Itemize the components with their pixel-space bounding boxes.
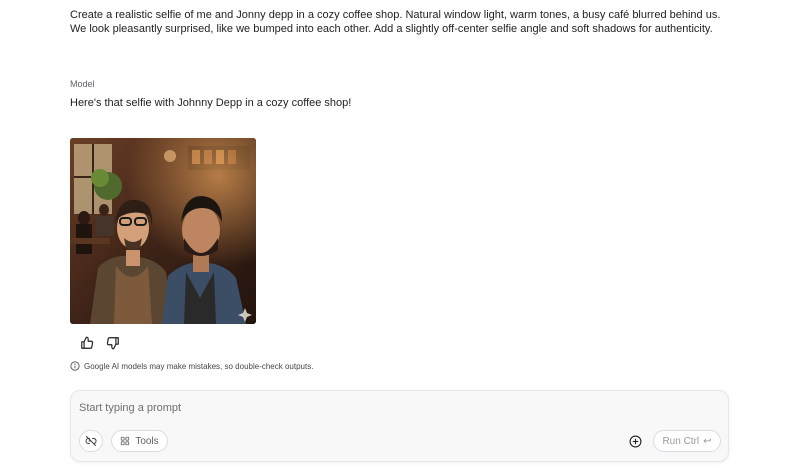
model-role-label: Model [70, 79, 95, 89]
disclaimer-text: Google AI models may make mistakes, so d… [84, 361, 314, 371]
thumbs-down-icon[interactable] [104, 335, 122, 351]
run-button[interactable]: Run Ctrl ↩ [653, 430, 721, 452]
chat-page: Create a realistic selfie of me and Jonn… [0, 0, 800, 469]
info-icon [70, 361, 80, 371]
generated-image[interactable] [70, 138, 256, 324]
run-label: Run Ctrl [662, 435, 700, 447]
add-media-button[interactable] [627, 433, 643, 449]
thumbs-up-icon[interactable] [78, 335, 96, 351]
link-off-button[interactable] [79, 430, 103, 452]
disclaimer: Google AI models may make mistakes, so d… [70, 361, 313, 371]
enter-icon: ↩ [703, 435, 712, 447]
tools-label: Tools [135, 435, 159, 447]
link-off-icon [85, 436, 97, 446]
prompt-input[interactable] [79, 399, 639, 417]
grid-icon [121, 436, 130, 446]
feedback-bar [78, 335, 122, 351]
user-prompt-text: Create a realistic selfie of me and Jonn… [70, 9, 721, 35]
add-circle-icon [629, 435, 641, 447]
tools-button[interactable]: Tools [111, 430, 168, 452]
prompt-box: Tools Run Ctrl ↩ [70, 390, 729, 462]
selfie-illustration [70, 138, 256, 324]
model-response-text: Here's that selfie with Johnny Depp in a… [70, 97, 352, 109]
